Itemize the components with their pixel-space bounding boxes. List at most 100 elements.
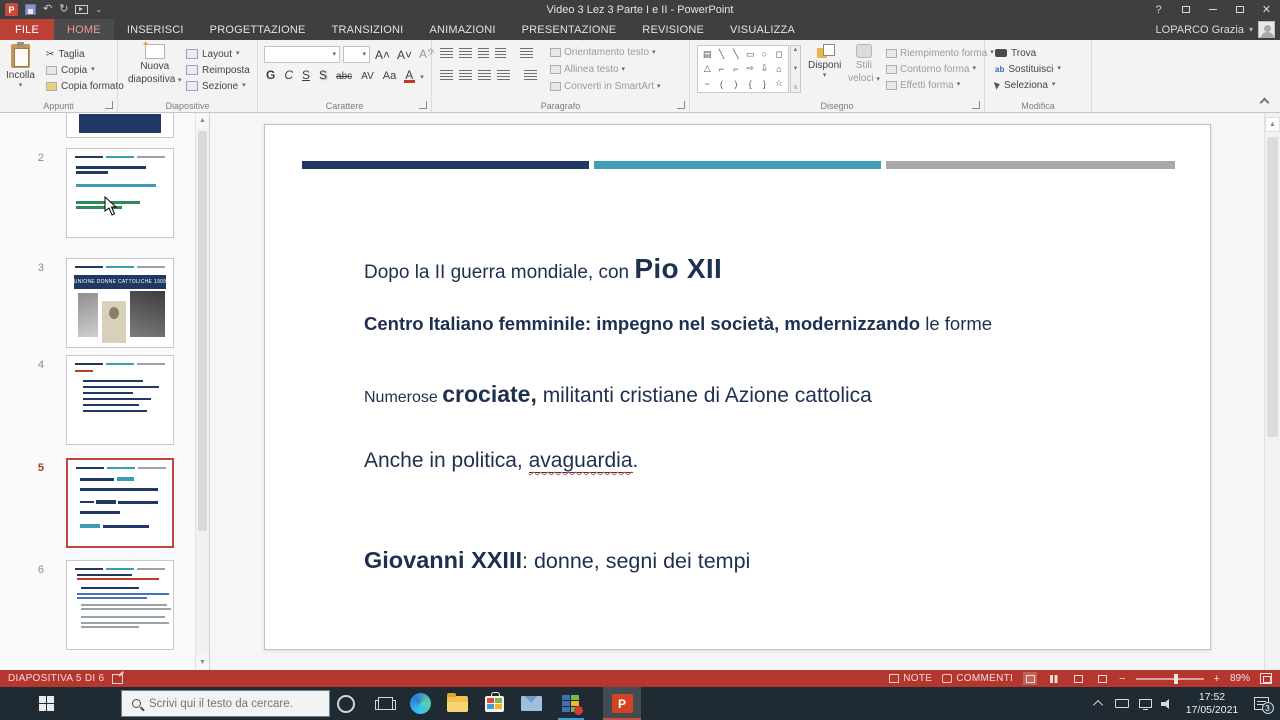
tray-show-hidden-icons[interactable] (1090, 687, 1108, 720)
tray-volume-button[interactable] (1157, 687, 1177, 720)
thumbnail-slide-5-selected[interactable] (66, 458, 174, 548)
quick-styles-button[interactable]: Stili veloci ▾ (848, 44, 880, 84)
select-button[interactable]: Seleziona▾ (995, 77, 1061, 93)
shape-outline-button[interactable]: Contorno forma▾ (886, 61, 994, 77)
tray-tablet-button[interactable] (1112, 687, 1132, 720)
save-icon[interactable] (25, 4, 36, 15)
justify-icon[interactable] (497, 70, 510, 80)
start-button[interactable] (24, 687, 68, 720)
redo-icon[interactable]: ↻ (59, 4, 68, 15)
copy-button[interactable]: Copia▾ (46, 62, 124, 78)
normal-view-button[interactable] (1023, 672, 1037, 685)
tab-animazioni[interactable]: ANIMAZIONI (416, 19, 508, 40)
bold-button[interactable]: G (264, 68, 277, 82)
italic-button[interactable]: C (282, 68, 295, 82)
change-case-button[interactable]: Aa (381, 70, 398, 82)
align-right-icon[interactable] (478, 70, 491, 80)
strikethrough-button[interactable]: abc (334, 71, 354, 82)
collapse-ribbon-icon[interactable] (1260, 98, 1270, 108)
dialog-launcher-icon[interactable] (105, 101, 113, 109)
scroll-down-icon[interactable]: ▼ (196, 655, 209, 670)
ribbon-display-options-button[interactable] (1172, 0, 1199, 19)
customize-qat-icon[interactable]: ⌄ (95, 4, 102, 15)
tab-inserisci[interactable]: INSERISCI (114, 19, 197, 40)
replace-button[interactable]: abSostituisci▾ (995, 61, 1061, 77)
cut-button[interactable]: ✂Taglia (46, 46, 124, 62)
zoom-level[interactable]: 89% (1230, 673, 1250, 684)
account-chip[interactable]: LOPARCO Grazia ▾ (1156, 19, 1275, 40)
thumbnail-slide-1[interactable] (66, 113, 174, 138)
slide-text-line-2[interactable]: Centro Italiano femminile: impegno nel s… (364, 313, 992, 335)
slide-text-line-5[interactable]: Giovanni XXIII: donne, segni dei tempi (364, 547, 750, 574)
current-slide-canvas[interactable]: Dopo la II guerra mondiale, con Pio XII … (264, 124, 1211, 650)
section-button[interactable]: Sezione▾ (186, 78, 250, 94)
tab-revisione[interactable]: REVISIONE (629, 19, 717, 40)
fit-slide-to-window-button[interactable] (1260, 673, 1272, 684)
shrink-font-button[interactable]: A˅ (395, 48, 414, 62)
tab-file[interactable]: FILE (0, 19, 54, 40)
notes-toggle[interactable]: NOTE (889, 673, 932, 684)
slide-text-line-1[interactable]: Dopo la II guerra mondiale, con Pio XII (364, 253, 722, 285)
dialog-launcher-icon[interactable] (677, 101, 685, 109)
arrange-button[interactable]: Disponi ▾ (808, 44, 841, 79)
thumbnail-slide-4[interactable] (66, 355, 174, 445)
bullets-icon[interactable] (440, 48, 453, 58)
shape-effects-button[interactable]: Effetti forma▾ (886, 77, 994, 93)
paste-button[interactable]: Incolla ▾ (6, 44, 35, 89)
slide-area-scrollbar[interactable]: ▲ (1264, 113, 1280, 670)
zoom-in-button[interactable]: + (1214, 674, 1220, 684)
zoom-out-button[interactable]: − (1119, 674, 1125, 684)
layout-button[interactable]: Layout▾ (186, 46, 250, 62)
slideshow-view-button[interactable] (1095, 672, 1109, 685)
align-text-button[interactable]: Allinea testo▾ (550, 61, 661, 78)
dialog-launcher-icon[interactable] (419, 101, 427, 109)
taskbar-powerpoint-active[interactable]: P (603, 687, 641, 720)
minimize-button[interactable] (1199, 0, 1226, 19)
reset-button[interactable]: Reimposta (186, 62, 250, 78)
shapes-gallery[interactable]: ▤╲╲▭○◻ △⌐⌐⇨⇩⌂ ~(){}☆ (697, 45, 789, 93)
reading-view-button[interactable] (1071, 672, 1085, 685)
undo-icon[interactable]: ↶ (43, 4, 52, 15)
tab-home[interactable]: HOME (54, 19, 114, 40)
thumbnail-slide-2[interactable] (66, 148, 174, 238)
spell-check-icon[interactable] (112, 674, 123, 684)
start-presentation-icon[interactable] (75, 5, 88, 14)
tray-display-button[interactable] (1135, 687, 1155, 720)
shapes-gallery-scrollbar[interactable]: ▲▼≡ (790, 45, 801, 93)
restore-button[interactable] (1226, 0, 1253, 19)
task-view-button[interactable] (372, 687, 398, 720)
comments-toggle[interactable]: COMMENTI (942, 673, 1013, 684)
slide-text-line-3[interactable]: Numerose crociate, militanti cristiane d… (364, 381, 872, 408)
underline-button[interactable]: S (300, 68, 312, 82)
tab-presentazione[interactable]: PRESENTAZIONE (509, 19, 630, 40)
taskbar-file-explorer[interactable] (443, 687, 471, 720)
close-button[interactable]: ✕ (1253, 0, 1280, 19)
scrollbar-thumb[interactable] (198, 131, 207, 531)
format-painter-button[interactable]: Copia formato (46, 78, 124, 94)
grow-font-button[interactable]: A˄ (373, 48, 392, 62)
search-input[interactable] (149, 698, 317, 710)
slide-text-line-4[interactable]: Anche in politica, avaguardia. (364, 449, 638, 473)
character-spacing-button[interactable]: AV (359, 71, 376, 82)
font-name-combo[interactable]: ▾ (264, 46, 340, 63)
decrease-indent-icon[interactable] (478, 48, 489, 58)
shape-fill-button[interactable]: Riempimento forma▾ (886, 45, 994, 61)
taskbar-store[interactable] (480, 687, 508, 720)
scrollbar-thumb[interactable] (1267, 137, 1278, 437)
zoom-slider-thumb[interactable] (1174, 674, 1178, 684)
font-color-button[interactable]: A (403, 68, 415, 82)
increase-indent-icon[interactable] (495, 48, 506, 58)
taskbar-planner-app[interactable] (556, 687, 584, 720)
find-button[interactable]: Trova (995, 45, 1061, 61)
font-size-combo[interactable]: ▾ (343, 46, 370, 63)
thumbnail-slide-3[interactable]: UNIONE DONNE CATTOLICHE 1909 (66, 258, 174, 348)
taskbar-search[interactable] (121, 690, 330, 717)
help-button[interactable]: ? (1145, 0, 1172, 19)
taskbar-clock[interactable]: 17:52 17/05/2021 (1180, 687, 1244, 720)
slide-sorter-view-button[interactable] (1047, 672, 1061, 685)
thumbnail-slide-6[interactable] (66, 560, 174, 650)
action-center-button[interactable]: 3 (1248, 687, 1274, 720)
tab-visualizza[interactable]: VISUALIZZA (717, 19, 808, 40)
zoom-slider[interactable] (1136, 678, 1204, 680)
taskbar-edge[interactable] (406, 687, 434, 720)
